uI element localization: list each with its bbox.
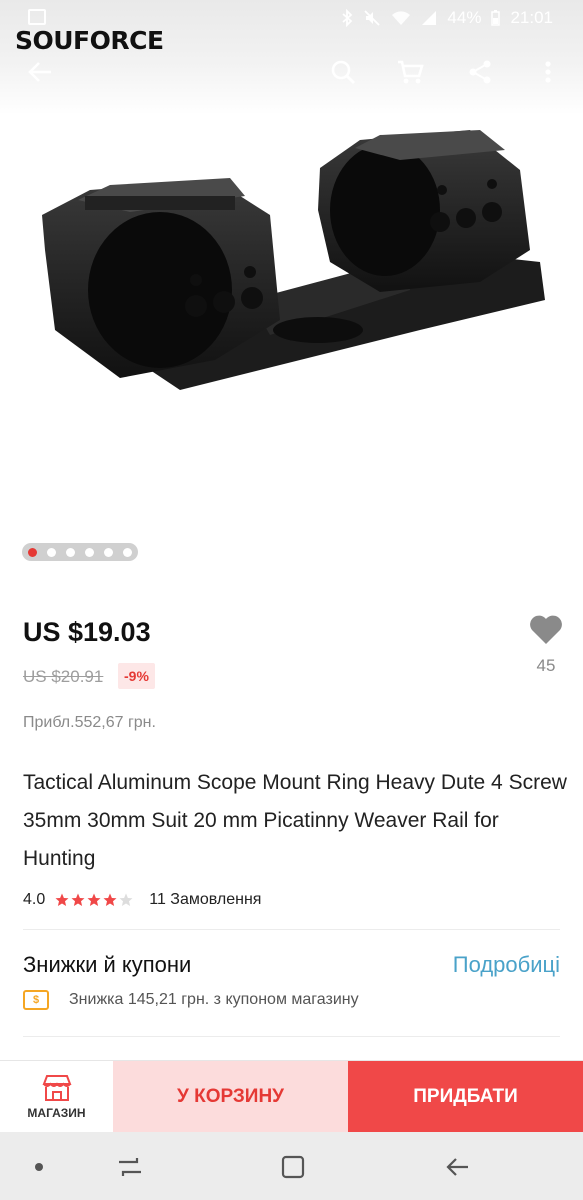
- coupon-row[interactable]: $ Знижка 145,21 грн. з купоном магазину: [23, 988, 359, 1012]
- status-indicators: 44% 21:01: [341, 8, 553, 28]
- star-filled-icon: [71, 893, 85, 906]
- carousel-indicator[interactable]: [22, 543, 138, 561]
- store-icon: [42, 1075, 71, 1101]
- current-price: US $19.03: [23, 617, 151, 647]
- product-title: Tactical Aluminum Scope Mount Ring Heavy…: [23, 771, 567, 870]
- star-filled-icon: [55, 893, 69, 906]
- carousel-dot[interactable]: [66, 547, 75, 557]
- add-to-cart-button[interactable]: У КОРЗИНУ: [113, 1061, 348, 1133]
- orders-count: 11 Замовлення: [149, 891, 262, 908]
- cart-icon: [398, 60, 424, 84]
- heart-icon: [530, 615, 562, 644]
- store-button[interactable]: МАГАЗИН: [0, 1061, 113, 1133]
- battery-percent: 44%: [447, 8, 482, 27]
- rating-row[interactable]: 4.0 11 Замовлення: [23, 889, 261, 911]
- share-icon: [469, 60, 491, 84]
- approx-local-price: Прибл.552,67 грн.: [23, 714, 156, 731]
- battery-icon: [491, 10, 501, 26]
- clock: 21:01: [510, 8, 553, 27]
- back-nav-button[interactable]: [440, 1150, 474, 1184]
- share-button[interactable]: [460, 52, 500, 92]
- star-filled-icon: [103, 893, 117, 906]
- home-button[interactable]: [276, 1150, 310, 1184]
- coupon-icon: $: [23, 990, 49, 1010]
- carousel-dot-active[interactable]: [28, 547, 37, 557]
- search-icon: [331, 60, 355, 84]
- coupons-details-link[interactable]: Подробиці: [453, 952, 560, 978]
- carousel-dot[interactable]: [47, 547, 56, 557]
- product-page: 44% 21:01 SOUFORCE US $19.03 US $20.91 -…: [0, 0, 583, 1200]
- bottom-action-bar: МАГАЗИН У КОРЗИНУ ПРИДБАТИ: [0, 1060, 583, 1133]
- recent-apps-icon: [119, 1158, 141, 1176]
- rating-value: 4.0: [23, 891, 46, 908]
- more-vert-icon: [545, 61, 551, 83]
- rating-stars: [55, 893, 133, 907]
- arrow-back-icon: [28, 62, 51, 82]
- app-bar: [0, 52, 583, 96]
- original-price: US $20.91: [23, 667, 104, 686]
- brand-logo: SOUFORCE: [15, 26, 164, 55]
- nav-dot-button[interactable]: [22, 1150, 56, 1184]
- carousel-dot[interactable]: [123, 547, 132, 557]
- mute-icon: [363, 9, 381, 27]
- carousel-dot[interactable]: [85, 547, 94, 557]
- bluetooth-icon: [341, 9, 353, 27]
- more-options-button[interactable]: [528, 52, 568, 92]
- search-button[interactable]: [323, 52, 363, 92]
- discount-badge: -9%: [118, 663, 155, 689]
- divider: [23, 929, 560, 930]
- star-empty-icon: [119, 893, 133, 906]
- back-button[interactable]: [20, 52, 60, 92]
- star-filled-icon: [87, 893, 101, 906]
- divider: [23, 1036, 560, 1037]
- back-arrow-icon: [446, 1158, 468, 1176]
- system-navigation-bar: [0, 1132, 583, 1200]
- buy-now-button[interactable]: ПРИДБАТИ: [348, 1061, 583, 1133]
- carousel-dot[interactable]: [104, 547, 113, 557]
- dot-icon: [35, 1163, 43, 1171]
- gallery-notification-icon: [28, 9, 46, 25]
- wishlist-count: 45: [536, 656, 556, 675]
- coupons-section-title: Знижки й купони: [23, 952, 192, 977]
- recent-apps-button[interactable]: [113, 1150, 147, 1184]
- cart-button[interactable]: [390, 52, 430, 92]
- home-icon: [281, 1155, 305, 1179]
- wifi-icon: [391, 10, 411, 26]
- store-label: МАГАЗИН: [27, 1106, 86, 1120]
- wishlist-button[interactable]: [528, 612, 564, 648]
- coupon-description: Знижка 145,21 грн. з купоном магазину: [69, 991, 359, 1008]
- signal-icon: [421, 10, 437, 26]
